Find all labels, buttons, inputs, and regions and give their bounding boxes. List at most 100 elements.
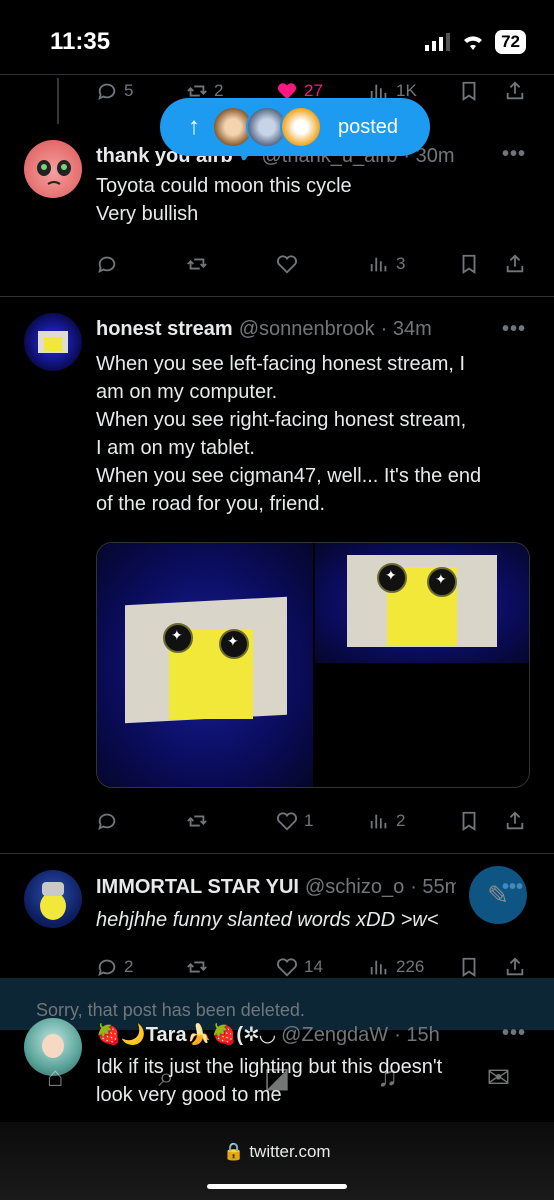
heart-icon — [277, 812, 297, 831]
tweet-text: hehjhhe funny slanted words xDD >w< — [96, 906, 536, 934]
heart-icon — [277, 958, 297, 977]
avatar[interactable] — [24, 140, 82, 198]
eye-icon — [377, 563, 407, 593]
bookmark-button[interactable] — [458, 810, 480, 832]
status-time: 11:35 — [50, 28, 111, 55]
feather-plus-icon: ✎ — [487, 879, 509, 910]
tweet-text: Toyota could moon this cycle Very bullis… — [96, 172, 536, 228]
repost-button[interactable] — [186, 810, 208, 832]
share-button[interactable] — [504, 253, 526, 275]
share-button[interactable] — [504, 810, 526, 832]
signal-icon — [425, 33, 451, 51]
reply-icon — [98, 813, 116, 831]
reply-icon — [98, 959, 116, 977]
repost-button[interactable] — [186, 956, 208, 978]
tweet-line: am on my computer. — [96, 381, 278, 403]
views-icon — [370, 960, 387, 975]
tweet-line: When you see left-facing honest stream, … — [96, 353, 466, 375]
avatar[interactable] — [24, 870, 82, 928]
reply-count: 2 — [124, 957, 134, 976]
compose-button[interactable]: ✎ — [469, 866, 527, 924]
bookmark-button[interactable] — [458, 80, 480, 102]
tweet-line: Very bullish — [96, 203, 199, 225]
reply-count: 5 — [124, 81, 134, 100]
tweet-line: Toyota could moon this cycle — [96, 175, 352, 197]
timestamp[interactable]: · 55m — [410, 876, 456, 899]
tweet-line: I am on my tablet. — [96, 437, 255, 459]
battery-indicator: 72 — [495, 30, 526, 54]
tweet-line: When you see right-facing honest stream, — [96, 409, 467, 431]
reply-button[interactable]: 5 — [96, 80, 133, 102]
avatar-face-icon — [37, 160, 71, 185]
like-button[interactable]: 1 — [276, 810, 313, 832]
media-image-left[interactable] — [97, 543, 313, 787]
tweet-line: of the road for you, friend. — [96, 493, 326, 515]
home-indicator[interactable] — [207, 1184, 347, 1189]
avatar — [280, 106, 322, 148]
arrow-up-icon: ↑ — [188, 113, 200, 140]
bell-icon[interactable]: ♫ — [371, 1061, 405, 1095]
media-image-right[interactable] — [315, 543, 529, 663]
views-icon — [370, 257, 387, 272]
share-icon — [506, 81, 524, 100]
like-count: 14 — [304, 957, 323, 976]
reply-button[interactable]: 2 — [96, 956, 133, 978]
eye-icon — [427, 567, 457, 597]
tweet-actions: 3 — [96, 249, 528, 279]
views-count: 3 — [396, 254, 406, 273]
tweet-header: IMMORTAL STAR YUI @schizo_o · 55m — [96, 876, 456, 899]
views-button[interactable]: 226 — [368, 956, 424, 978]
mail-icon[interactable]: ✉ — [482, 1061, 516, 1095]
bookmark-icon — [462, 811, 476, 831]
views-button[interactable]: 3 — [368, 253, 405, 275]
grok-icon[interactable]: ◪ — [260, 1061, 294, 1095]
divider — [0, 74, 554, 75]
heart-icon — [277, 255, 297, 274]
divider — [0, 296, 554, 297]
handle[interactable]: @sonnenbrook — [239, 318, 375, 341]
url-text: twitter.com — [249, 1142, 331, 1161]
tweet-actions: 1 2 — [96, 806, 528, 836]
display-name[interactable]: IMMORTAL STAR YUI — [96, 876, 299, 899]
status-icons: 72 — [425, 30, 526, 54]
share-icon — [506, 811, 524, 830]
more-options-button[interactable]: ••• — [502, 318, 526, 341]
bookmark-icon — [462, 254, 476, 274]
bookmark-icon — [462, 81, 476, 101]
like-button[interactable]: 14 — [276, 956, 323, 978]
bookmark-button[interactable] — [458, 253, 480, 275]
timestamp[interactable]: · 34m — [381, 318, 432, 341]
posted-label: posted — [338, 115, 399, 138]
repost-button[interactable] — [186, 253, 208, 275]
reply-button[interactable] — [96, 253, 118, 275]
handle[interactable]: @schizo_o — [305, 876, 404, 899]
display-name[interactable]: honest stream — [96, 318, 233, 341]
wifi-icon — [464, 36, 483, 50]
repost-icon — [187, 961, 207, 973]
tweet-header: honest stream @sonnenbrook · 34m ••• — [96, 318, 526, 341]
like-button[interactable] — [276, 253, 298, 275]
tweet-media[interactable] — [96, 542, 530, 788]
avatar[interactable] — [24, 313, 82, 371]
lock-icon: 🔒 — [223, 1142, 245, 1161]
url-display[interactable]: 🔒 twitter.com — [0, 1142, 554, 1162]
views-icon — [370, 814, 387, 829]
reply-button[interactable] — [96, 810, 118, 832]
more-options-button[interactable]: ••• — [502, 143, 526, 166]
tweet-text: When you see left-facing honest stream, … — [96, 350, 536, 518]
eye-icon — [219, 629, 249, 659]
share-icon — [506, 957, 524, 976]
views-count: 2 — [396, 811, 406, 830]
bookmark-button[interactable] — [458, 956, 480, 978]
new-posts-pill[interactable]: ↑ posted — [160, 98, 430, 156]
views-button[interactable]: 2 — [368, 810, 405, 832]
share-button[interactable] — [504, 956, 526, 978]
like-count: 1 — [304, 811, 314, 830]
bottom-nav: ⌂ ⌕ ◪ ♫ ✉ — [0, 1030, 554, 1125]
share-icon — [506, 254, 524, 273]
search-icon[interactable]: ⌕ — [149, 1061, 183, 1095]
home-icon[interactable]: ⌂ — [38, 1061, 72, 1095]
tweet-line: hehjhhe funny slanted words xDD >w< — [96, 909, 439, 931]
share-button[interactable] — [504, 80, 526, 102]
tweet-line: When you see cigman47, well... It's the … — [96, 465, 482, 487]
